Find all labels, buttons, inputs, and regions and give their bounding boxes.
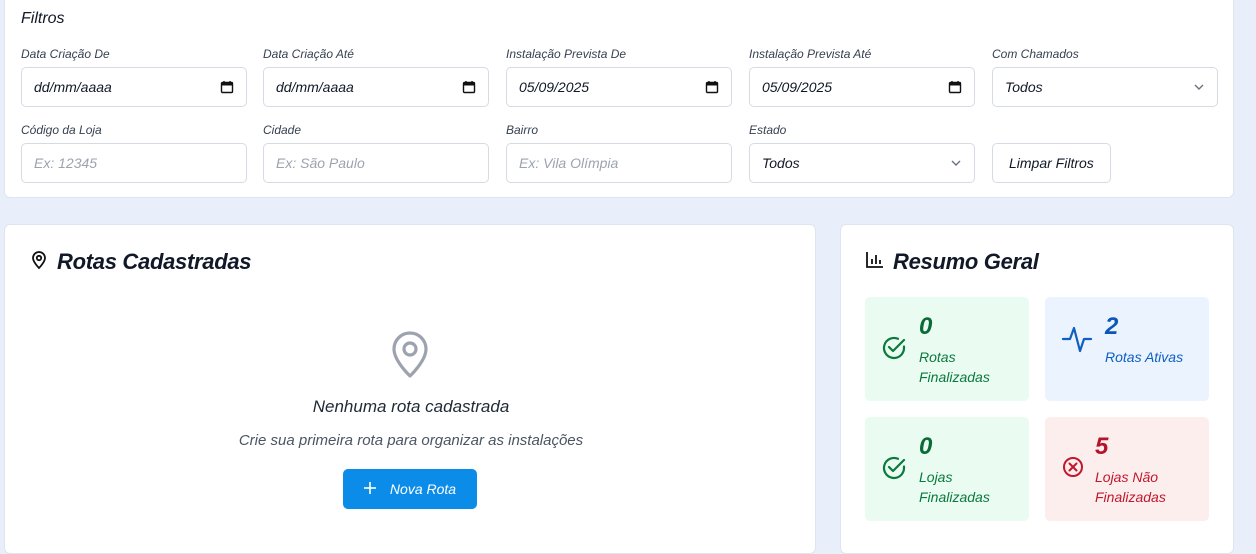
install-to-date-input[interactable]: 05/09/2025 [749,67,975,107]
neighborhood-field[interactable] [506,143,732,183]
bar-chart-icon [865,250,885,275]
chevron-down-icon [1193,81,1205,93]
state-select[interactable]: Todos [749,143,975,183]
select-value: Todos [762,155,800,171]
routes-panel: Rotas Cadastradas Nenhuma rota cadastrad… [4,224,816,554]
empty-map-pin-icon [389,331,431,384]
summary-header: Resumo Geral [865,249,1039,275]
field-label: Instalação Prevista De [506,47,627,61]
with-tickets-select[interactable]: Todos [992,67,1218,107]
created-to-date-input[interactable]: dd/mm/aaaa [263,67,489,107]
calendar-icon[interactable] [462,80,476,94]
stat-label: Lojas Não Finalizadas [1095,469,1166,505]
filters-title: Filtros [21,10,65,27]
created-from-date-input[interactable]: dd/mm/aaaa [21,67,247,107]
calendar-icon[interactable] [705,80,719,94]
field-label: Cidade [263,123,302,137]
summary-panel: Resumo Geral 0 Rotas Finalizadas 2 Rotas… [840,224,1234,554]
stat-label: Rotas Finalizadas [919,349,990,385]
stat-value: 2 [1105,313,1119,340]
calendar-icon[interactable] [948,80,962,94]
stat-routes-finished: 0 Rotas Finalizadas [865,297,1029,401]
new-route-button[interactable]: Nova Rota [343,469,477,509]
field-label: Bairro [506,123,539,137]
neighborhood-input[interactable] [519,155,719,171]
store-code-input[interactable] [34,155,234,171]
stat-routes-active: 2 Rotas Ativas [1045,297,1209,401]
store-code-field[interactable] [21,143,247,183]
field-label: Data Criação Até [263,47,354,61]
x-circle-icon [1061,455,1085,484]
field-label: Com Chamados [992,47,1079,61]
stat-label: Lojas Finalizadas [919,469,990,505]
empty-state-subtitle: Crie sua primeira rota para organizar as… [238,432,584,449]
summary-title: Resumo Geral [893,249,1039,274]
routes-header: Rotas Cadastradas [29,249,252,275]
field-label: Código da Loja [21,123,102,137]
calendar-icon[interactable] [220,80,234,94]
activity-icon [1061,323,1093,360]
date-value: 05/09/2025 [519,79,590,95]
plus-icon [363,481,376,497]
empty-state-title: Nenhuma rota cadastrada [312,397,510,416]
select-value: Todos [1005,79,1043,95]
stat-stores-not-finished: 5 Lojas Não Finalizadas [1045,417,1209,521]
clear-filters-button[interactable]: Limpar Filtros [992,143,1111,183]
stat-value: 0 [919,313,933,340]
date-value: 05/09/2025 [762,79,833,95]
map-pin-icon [29,250,49,275]
stat-label: Rotas Ativas [1105,349,1184,365]
date-value: dd/mm/aaaa [276,79,354,95]
city-input[interactable] [276,155,476,171]
field-label: Data Criação De [21,47,110,61]
filters-panel: Filtros Data Criação De dd/mm/aaaa Data … [4,0,1234,198]
chevron-down-icon [950,157,962,169]
stat-value: 5 [1095,433,1109,460]
routes-title: Rotas Cadastradas [57,249,252,274]
field-label: Estado [749,123,787,137]
check-circle-icon [881,455,907,486]
stat-stores-finished: 0 Lojas Finalizadas [865,417,1029,521]
new-route-label: Nova Rota [389,481,457,497]
city-field[interactable] [263,143,489,183]
field-label: Instalação Prevista Até [749,47,872,61]
check-circle-icon [881,335,907,366]
install-from-date-input[interactable]: 05/09/2025 [506,67,732,107]
stat-value: 0 [919,433,933,460]
date-value: dd/mm/aaaa [34,79,112,95]
